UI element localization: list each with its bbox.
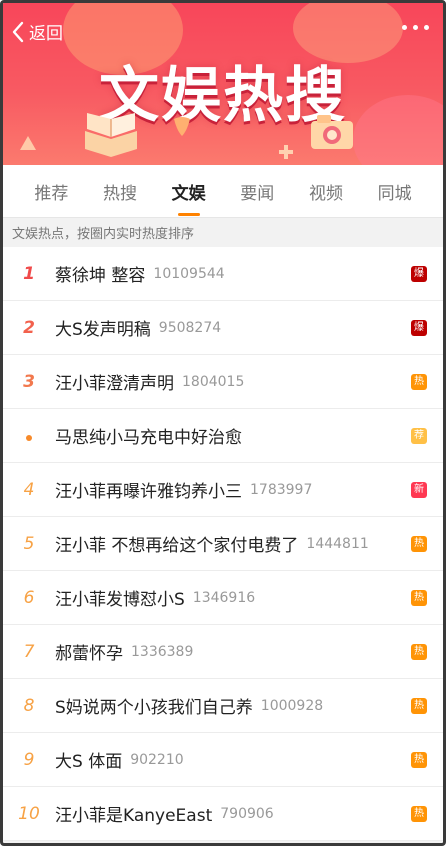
heat-count: 902210 [130, 751, 184, 768]
heat-count: 1783997 [250, 481, 313, 498]
tab-hot-search[interactable]: 热搜 [101, 175, 139, 208]
back-label: 返回 [29, 24, 63, 44]
item-title: 大S 体面 [55, 752, 123, 772]
guitar-pick-icon [174, 117, 190, 136]
ranking-description: 文娱热点，按圈内实时热度排序 [3, 217, 443, 247]
list-item[interactable]: 6 汪小菲发博怼小S 1346916 热 [3, 571, 443, 625]
item-title: 马思纯小马充电中好治愈 [55, 428, 242, 448]
new-badge: 新 [411, 482, 427, 498]
list-item[interactable]: 10 汪小菲是KanyeEast 790906 热 [3, 787, 443, 841]
rank-number: 8 [23, 695, 35, 716]
rank-number: 10 [18, 803, 40, 824]
hot-badge: 热 [411, 644, 427, 660]
heat-count: 1346916 [192, 589, 256, 606]
tab-local[interactable]: 同城 [376, 175, 414, 208]
rank-number: 6 [23, 587, 35, 608]
tab-video[interactable]: 视频 [307, 175, 345, 208]
hot-badge: 热 [411, 752, 427, 768]
explosive-badge: 爆 [411, 320, 427, 336]
item-title: 大S发声明稿 [55, 320, 151, 340]
heat-count: 9508274 [158, 319, 222, 336]
more-options-button[interactable] [402, 25, 429, 30]
heat-count: 1000928 [260, 697, 324, 714]
item-title: 汪小菲澄清声明 [55, 374, 174, 394]
list-item[interactable]: 5 汪小菲 不想再给这个家付电费了 1444811 热 [3, 517, 443, 571]
recommended-badge: 荐 [411, 428, 427, 444]
rank-number: 2 [23, 317, 35, 338]
hot-badge: 热 [411, 590, 427, 606]
hot-search-list: 1 蔡徐坤 整容 10109544 爆 2 大S发声明稿 9508274 爆 3… [3, 247, 443, 841]
heat-count: 1336389 [131, 643, 194, 660]
back-button[interactable]: 返回 [11, 19, 63, 44]
promoted-item[interactable]: 马思纯小马充电中好治愈 荐 [3, 409, 443, 463]
banner-title: 文娱热搜 [99, 61, 347, 131]
category-tabs: 推荐 热搜 文娱 要闻 视频 同城 [3, 165, 443, 217]
heat-count: 10109544 [153, 265, 225, 282]
item-title: 郝蕾怀孕 [55, 644, 123, 664]
list-item[interactable]: 4 汪小菲再曝许雅钧养小三 1783997 新 [3, 463, 443, 517]
book-icon [85, 113, 137, 157]
header-banner: 返回 文娱热搜 [3, 3, 443, 165]
more-dots-icon [424, 25, 429, 30]
more-dots-icon [413, 25, 418, 30]
heat-count: 790906 [220, 805, 274, 822]
triangle-icon [20, 136, 36, 150]
plus-icon [279, 145, 293, 159]
list-item[interactable]: 7 郝蕾怀孕 1336389 热 [3, 625, 443, 679]
item-title: 汪小菲再曝许雅钧养小三 [55, 482, 242, 502]
rank-number: 9 [23, 749, 35, 770]
chevron-left-icon [12, 21, 24, 42]
rank-number: 7 [23, 641, 35, 662]
item-title: 蔡徐坤 整容 [55, 266, 146, 286]
app-frame: 返回 文娱热搜 推荐 热搜 文娱 要闻 视频 同城 文娱热点，按圈内实时热度排序… [0, 0, 446, 846]
tab-entertainment[interactable]: 文娱 [170, 175, 208, 208]
hot-badge: 热 [411, 536, 427, 552]
heat-count: 1444811 [306, 535, 369, 552]
item-title: 汪小菲发博怼小S [55, 590, 185, 610]
promoted-dot-icon [3, 426, 55, 446]
rank-number: 5 [23, 533, 35, 554]
item-title: S妈说两个小孩我们自己养 [55, 698, 253, 718]
rank-number: 1 [23, 263, 35, 284]
item-title: 汪小菲是KanyeEast [55, 806, 213, 826]
list-item[interactable]: 8 S妈说两个小孩我们自己养 1000928 热 [3, 679, 443, 733]
list-item[interactable]: 1 蔡徐坤 整容 10109544 爆 [3, 247, 443, 301]
rank-number: 4 [23, 479, 35, 500]
heat-count: 1804015 [182, 373, 245, 390]
item-title: 汪小菲 不想再给这个家付电费了 [55, 536, 299, 556]
hot-badge: 热 [411, 698, 427, 714]
tab-recommend[interactable]: 推荐 [32, 175, 70, 208]
camera-icon [311, 115, 353, 149]
list-item[interactable]: 2 大S发声明稿 9508274 爆 [3, 301, 443, 355]
list-item[interactable]: 3 汪小菲澄清声明 1804015 热 [3, 355, 443, 409]
tab-news[interactable]: 要闻 [238, 175, 276, 208]
more-dots-icon [402, 25, 407, 30]
explosive-badge: 爆 [411, 266, 427, 282]
hot-badge: 热 [411, 806, 427, 822]
hot-badge: 热 [411, 374, 427, 390]
list-item[interactable]: 9 大S 体面 902210 热 [3, 733, 443, 787]
rank-number: 3 [23, 371, 35, 392]
